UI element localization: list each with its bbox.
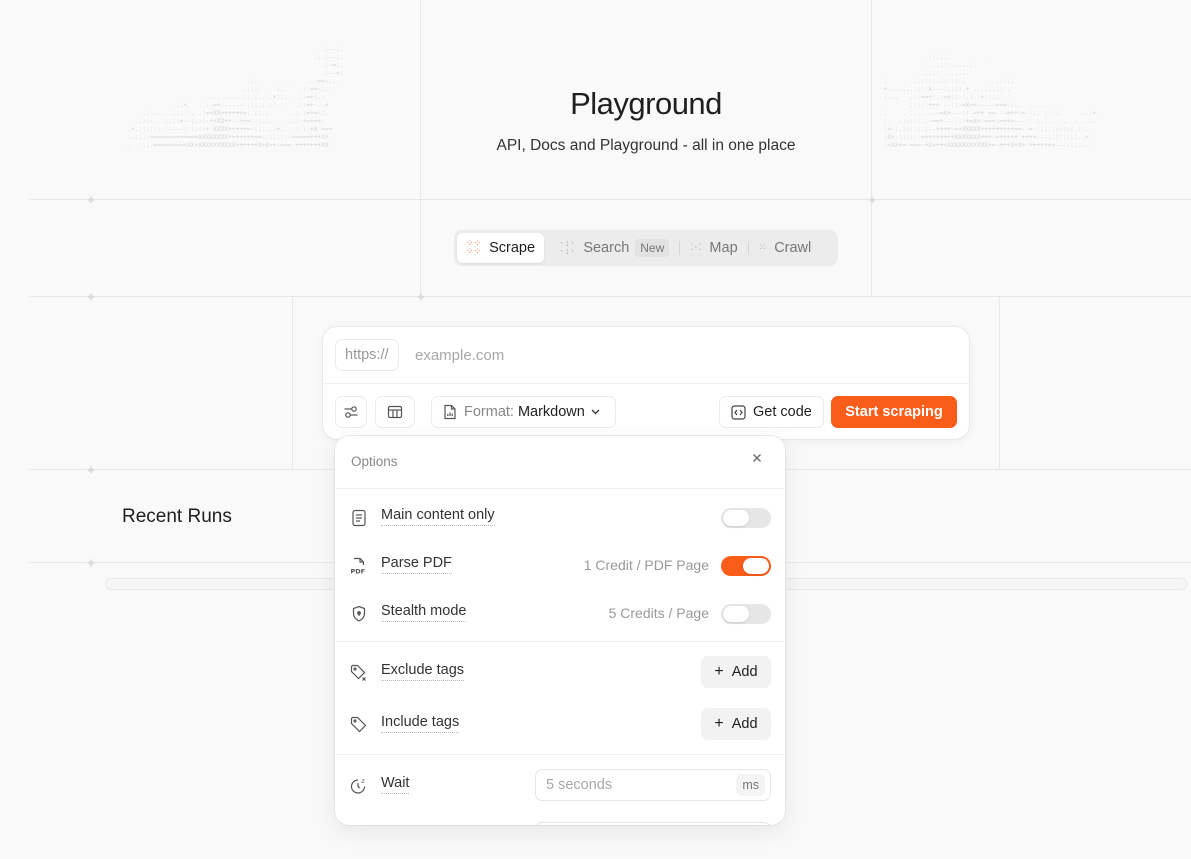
add-label: Add — [731, 664, 758, 680]
pdf-icon: PDF — [349, 556, 369, 576]
grid-marker: ✦ — [85, 289, 97, 305]
page-title: Playground — [570, 86, 722, 121]
tag-icon — [349, 715, 369, 735]
format-label: Format: — [464, 404, 514, 420]
grid-marker: ✦ — [85, 555, 97, 571]
panel-divider — [335, 754, 785, 755]
dots-crawl-icon: ⁙ — [758, 243, 767, 253]
credit-info: 5 Credits / Page — [608, 605, 709, 621]
panel-divider — [335, 641, 785, 642]
wait-placeholder: 5 seconds — [546, 777, 613, 793]
format-value: Markdown — [517, 404, 585, 420]
toggle-knob — [723, 510, 749, 526]
tab-scrape[interactable]: ⁘⁘ ⁘⁘ Scrape — [457, 233, 545, 263]
dots-map-icon: ⁚·⁚ — [690, 243, 702, 253]
wait-input[interactable]: 5 seconds ms — [535, 769, 771, 801]
close-icon[interactable] — [751, 452, 763, 464]
option-exclude-tags: Exclude tags + Add — [335, 652, 785, 692]
get-code-button[interactable]: Get code — [719, 396, 824, 428]
credit-info: 1 Credit / PDF Page — [583, 557, 709, 573]
panel-divider — [335, 488, 785, 489]
plus-icon: + — [714, 663, 724, 680]
dots-grid-icon: ⁘⁘ ⁘⁘ — [466, 239, 482, 257]
next-option-input — [535, 822, 771, 825]
dots-scatter-icon: ·:· ·:· — [559, 239, 576, 257]
toggle-knob — [743, 558, 769, 574]
get-code-label: Get code — [753, 404, 812, 420]
scrape-card: https:// Format: Markdown — [323, 327, 969, 439]
grid-marker: ✦ — [85, 192, 97, 208]
grid-marker: ✦ — [85, 462, 97, 478]
document-icon — [349, 508, 369, 528]
grid-line — [29, 199, 1191, 200]
options-button[interactable] — [335, 396, 367, 428]
page-subtitle: API, Docs and Playground - all in one pl… — [496, 137, 796, 154]
option-wait: z Wait 5 seconds ms — [335, 765, 785, 805]
options-title: Options — [351, 454, 398, 469]
svg-text:z: z — [362, 778, 365, 785]
grid-line — [292, 296, 293, 469]
option-include-tags: Include tags + Add — [335, 704, 785, 744]
grid-marker: ✦ — [866, 192, 878, 208]
main-content-toggle[interactable] — [721, 508, 771, 528]
grid-marker: ✦ — [415, 289, 427, 305]
tab-crawl[interactable]: ⁙ Crawl — [750, 233, 821, 263]
option-parse-pdf: PDF Parse PDF 1 Credit / PDF Page — [335, 545, 785, 585]
grid-line — [999, 296, 1000, 469]
ascii-art-right: .:-:::. . . .:::.....:. . .:::- ...... .… — [883, 54, 1100, 149]
grid-line — [29, 296, 1191, 297]
add-label: Add — [731, 716, 758, 732]
shield-icon — [349, 604, 369, 624]
option-label: Wait — [381, 775, 410, 794]
tab-label: Crawl — [774, 240, 812, 256]
option-label: Include tags — [381, 714, 460, 733]
option-label: Main content only — [381, 507, 495, 526]
new-badge: New — [635, 239, 670, 257]
recent-runs-title: Recent Runs — [122, 506, 232, 527]
code-icon — [731, 404, 746, 420]
table-icon — [387, 404, 403, 420]
tab-search[interactable]: ·:· ·:· Search New — [550, 233, 678, 263]
unit-badge: ms — [736, 774, 765, 796]
url-input[interactable] — [415, 340, 935, 370]
file-chart-icon — [443, 404, 457, 420]
option-label: Parse PDF — [381, 555, 452, 574]
protocol-prefix: https:// — [335, 339, 399, 371]
options-panel: Options Main content only PDF Parse PDF … — [335, 436, 785, 825]
timer-icon: z — [349, 776, 369, 796]
option-label: Exclude tags — [381, 662, 465, 681]
tab-map[interactable]: ⁚·⁚ Map — [681, 233, 746, 263]
mode-tabs: ⁘⁘ ⁘⁘ Scrape ·:· ·:· Search New ⁚·⁚ Map ⁙ … — [454, 230, 838, 266]
toggle-knob — [723, 606, 749, 622]
option-label: Stealth mode — [381, 603, 467, 622]
add-exclude-tag-button[interactable]: + Add — [701, 656, 771, 688]
add-include-tag-button[interactable]: + Add — [701, 708, 771, 740]
plus-icon: + — [714, 715, 724, 732]
sliders-icon — [343, 404, 359, 420]
chevron-down-icon — [591, 409, 600, 415]
card-divider — [323, 383, 969, 384]
stealth-mode-toggle[interactable] — [721, 604, 771, 624]
tab-label: Map — [709, 240, 738, 256]
format-select[interactable]: Format: Markdown — [431, 396, 616, 428]
tab-label: Search — [583, 240, 630, 256]
option-stealth-mode: Stealth mode 5 Credits / Page — [335, 593, 785, 633]
table-view-button[interactable] — [375, 396, 415, 428]
tab-divider — [679, 241, 681, 255]
tag-x-icon — [349, 663, 369, 683]
start-scraping-button[interactable]: Start scraping — [831, 396, 957, 428]
tab-divider — [747, 241, 749, 255]
tab-label: Scrape — [489, 240, 536, 256]
svg-text:PDF: PDF — [351, 568, 366, 576]
parse-pdf-toggle[interactable] — [721, 556, 771, 576]
option-main-content: Main content only — [335, 497, 785, 537]
